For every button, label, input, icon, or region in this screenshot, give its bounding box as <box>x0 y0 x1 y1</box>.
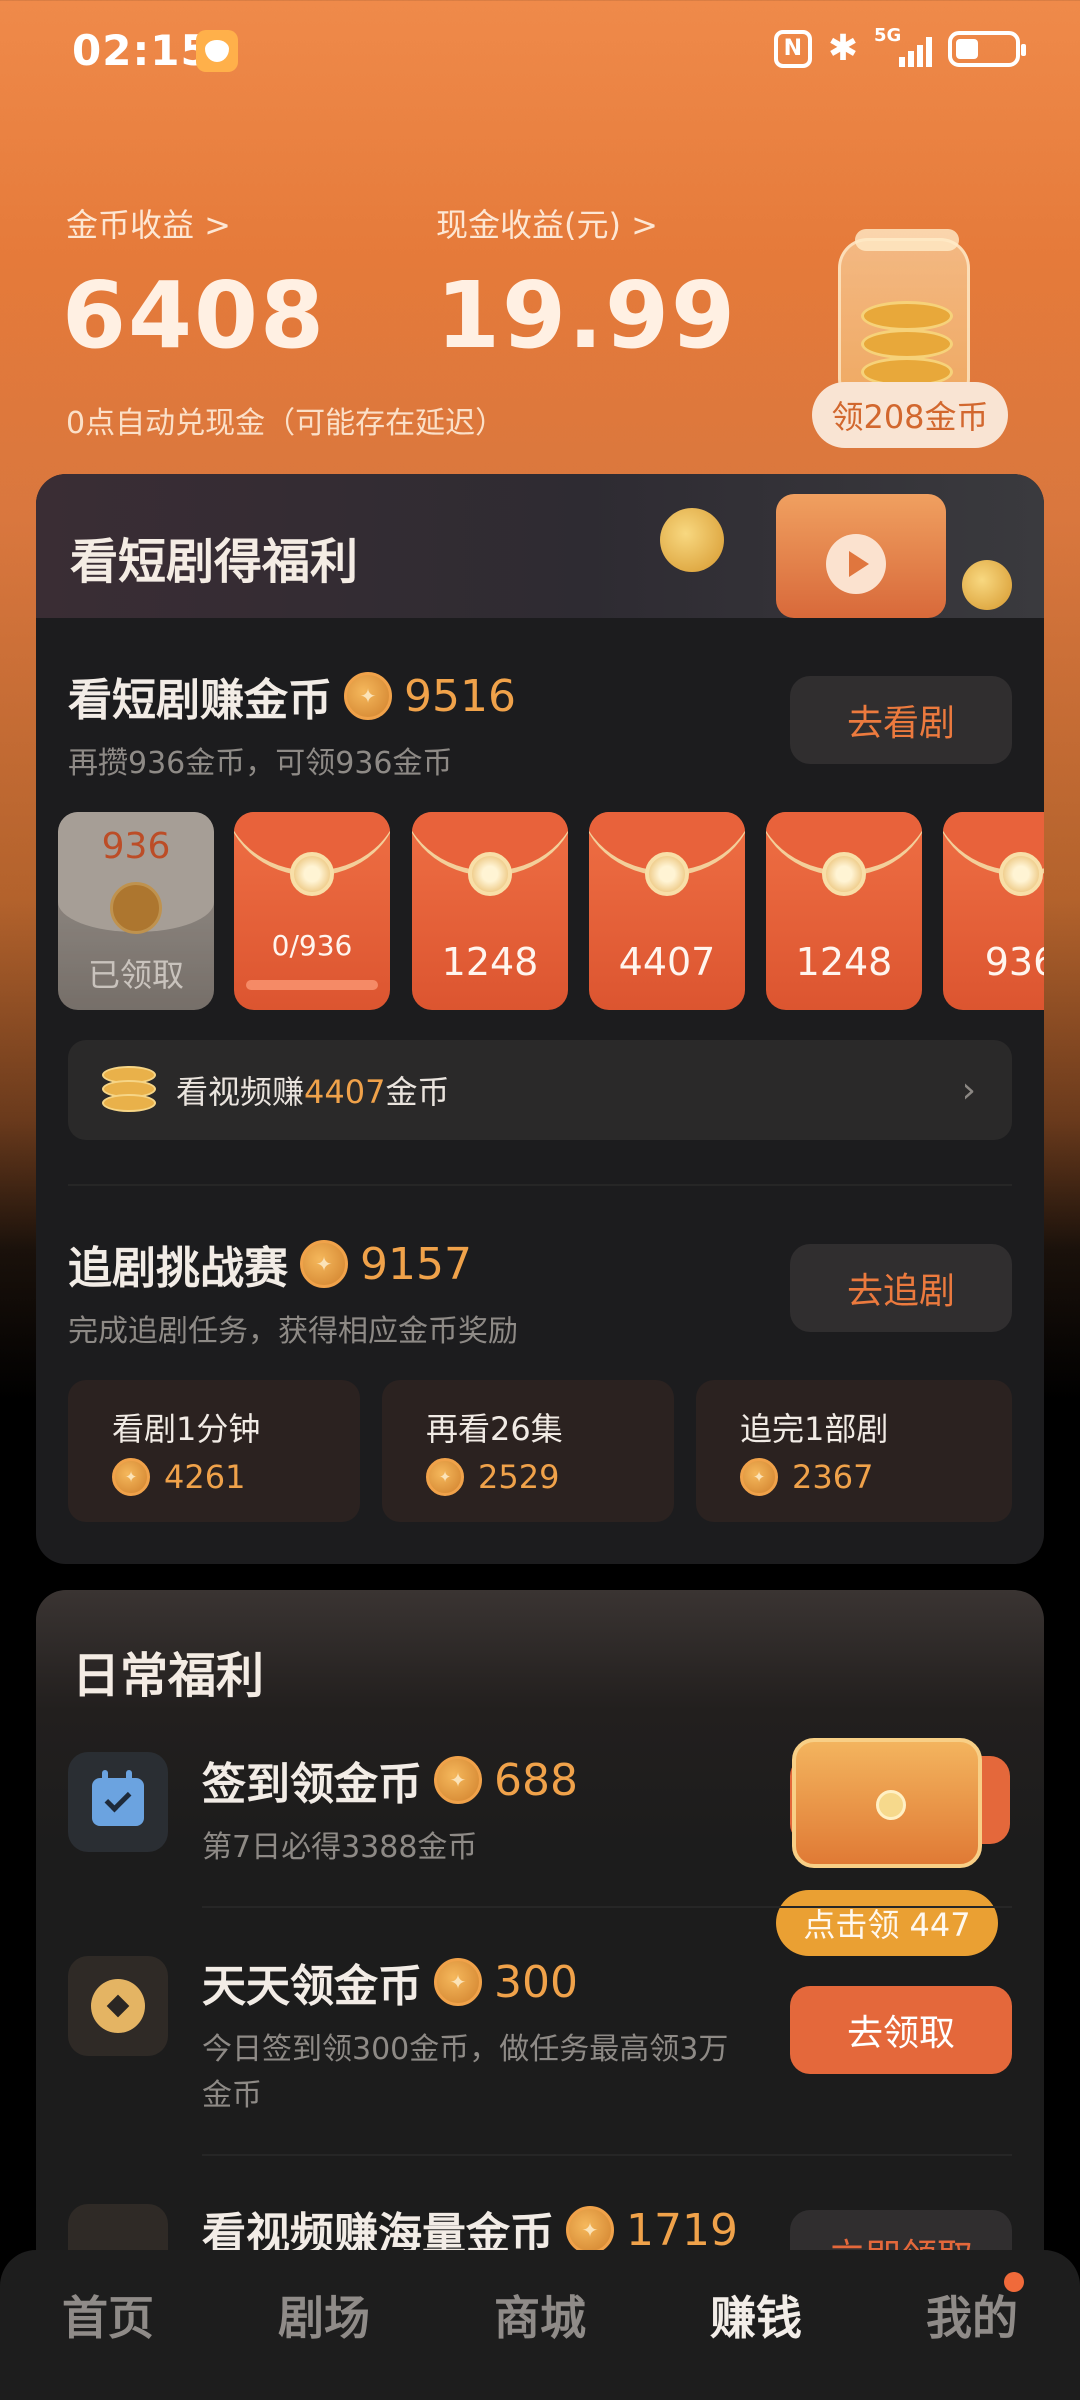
go-chase-button[interactable]: 去追剧 <box>790 1244 1012 1332</box>
watch-drama-title: 看短剧赚金币 <box>68 675 332 726</box>
coin-icon <box>434 1958 482 2006</box>
envelope[interactable]: 4407 <box>589 812 745 1010</box>
nfc-icon: N <box>773 29 812 68</box>
go-claim-button[interactable]: 去领取 <box>790 1986 1012 2074</box>
envelope-amount: 936 <box>101 826 171 867</box>
signal-icon: 5G <box>874 25 932 69</box>
daily-coins-subtitle-2: 金币 <box>202 2078 262 2113</box>
challenge-amount: 9157 <box>360 1238 472 1290</box>
coin-icon <box>566 2206 614 2254</box>
decor-coin-icon <box>660 508 724 572</box>
task-label: 看剧1分钟 <box>112 1410 261 1448</box>
divider <box>202 2154 1012 2156</box>
envelope-value: 4407 <box>618 940 716 984</box>
envelope-claimed[interactable]: 936 已领取 <box>58 812 214 1010</box>
divider <box>68 1184 1012 1186</box>
watch-drama-title-row: 看短剧赚金币 9516 <box>68 664 516 728</box>
envelope[interactable]: 936 <box>943 812 1044 1010</box>
cash-coin-icon <box>68 1956 168 2056</box>
task-card[interactable]: 看剧1分钟 4261 <box>68 1380 360 1522</box>
coin-icon <box>344 672 392 720</box>
calendar-check-icon <box>68 1752 168 1852</box>
cash-earnings-value: 19.99 <box>436 262 738 369</box>
watch-drama-amount: 9516 <box>404 670 516 722</box>
envelope-status: 已领取 <box>87 956 184 994</box>
daily-coins-title: 天天领金币 <box>202 1961 422 2012</box>
decor-coin-icon <box>962 560 1012 610</box>
treasure-chest-icon[interactable] <box>792 1738 982 1868</box>
status-icons: N ✱ 5G <box>773 25 1026 69</box>
daily-coins-amount: 300 <box>494 1956 578 2008</box>
challenge-title-row: 追剧挑战赛 9157 <box>68 1232 472 1296</box>
challenge-subtitle: 完成追剧任务，获得相应金币奖励 <box>68 1314 518 1349</box>
nav-mall[interactable]: 商城 <box>440 2282 640 2348</box>
checkin-title: 签到领金币 <box>202 1759 422 1810</box>
daily-coins-subtitle-1: 今日签到领300金币，做任务最高领3万 <box>202 2032 729 2067</box>
checkin-amount: 688 <box>494 1754 578 1806</box>
watch-drama-subtitle: 再攒936金币，可领936金币 <box>68 746 453 781</box>
envelope-value: 0/936 <box>271 929 353 962</box>
envelope[interactable]: 1248 <box>766 812 922 1010</box>
chevron-right-icon: › <box>961 1070 976 1111</box>
coin-icon <box>434 1756 482 1804</box>
coin-icon <box>740 1458 778 1496</box>
shield-icon <box>196 30 238 72</box>
status-bar: 02:15 N ✱ 5G <box>0 0 1080 100</box>
envelope-progress-bar <box>246 980 378 990</box>
video-coins-amount: 1719 <box>626 2204 738 2256</box>
watch-video-row[interactable]: 看视频赚4407金币 › <box>68 1040 1012 1140</box>
task-label: 追完1部剧 <box>740 1410 889 1448</box>
envelope-value: 936 <box>984 940 1044 984</box>
coin-icon <box>112 1458 150 1496</box>
envelope-progress[interactable]: 0/936 <box>234 812 390 1010</box>
status-time: 02:15 <box>72 26 211 75</box>
task-card[interactable]: 再看26集 2529 <box>382 1380 674 1522</box>
clapperboard-icon <box>776 494 946 618</box>
claim-coins-button[interactable]: 领208金币 <box>812 382 1008 448</box>
coin-icon <box>426 1458 464 1496</box>
watch-video-text: 看视频赚4407金币 <box>176 1073 450 1111</box>
coin-earnings-label[interactable]: 金币收益 > <box>66 200 231 246</box>
task-value: 2367 <box>792 1458 874 1496</box>
envelope-value: 1248 <box>441 940 539 984</box>
drama-card-title: 看短剧得福利 <box>70 534 359 590</box>
nav-me-label: 我的 <box>926 2291 1018 2345</box>
coin-icon <box>300 1240 348 1288</box>
bluetooth-icon: ✱ <box>827 28 858 69</box>
chest-claim-pill[interactable]: 点击领 447 <box>776 1890 998 1956</box>
challenge-title: 追剧挑战赛 <box>68 1243 288 1294</box>
notification-dot <box>1004 2272 1024 2292</box>
coin-icon <box>110 882 162 934</box>
watch-video-amount: 4407 <box>304 1073 386 1111</box>
task-card[interactable]: 追完1部剧 2367 <box>696 1380 1012 1522</box>
coin-earnings-value: 6408 <box>62 262 327 369</box>
task-label: 再看26集 <box>426 1410 563 1448</box>
nav-earn[interactable]: 赚钱 <box>656 2282 856 2348</box>
auto-convert-note: 0点自动兑现金（可能存在延迟） <box>66 406 506 441</box>
daily-card-title: 日常福利 <box>72 1648 265 1704</box>
daily-coins-title-row: 天天领金币 300 <box>202 1950 578 2014</box>
envelope[interactable]: 1248 <box>412 812 568 1010</box>
nav-me[interactable]: 我的 <box>872 2272 1072 2348</box>
task-value: 2529 <box>478 1458 560 1496</box>
divider <box>202 1906 1012 1908</box>
checkin-subtitle: 第7日必得3388金币 <box>202 1830 478 1865</box>
go-watch-button[interactable]: 去看剧 <box>790 676 1012 764</box>
network-label: 5G <box>874 24 902 46</box>
envelope-value: 1248 <box>795 940 893 984</box>
checkin-title-row: 签到领金币 688 <box>202 1748 578 1812</box>
envelope-strip: 936 已领取 0/936 1248 4407 1248 936 <box>36 800 1044 1020</box>
task-value: 4261 <box>164 1458 246 1496</box>
coin-stack-icon <box>102 1066 156 1114</box>
nav-theater[interactable]: 剧场 <box>224 2282 424 2348</box>
battery-icon <box>948 30 1026 67</box>
nav-home[interactable]: 首页 <box>8 2282 208 2348</box>
bottom-nav: 首页 剧场 商城 赚钱 我的 <box>0 2250 1080 2400</box>
cash-earnings-label[interactable]: 现金收益(元) > <box>436 200 658 246</box>
